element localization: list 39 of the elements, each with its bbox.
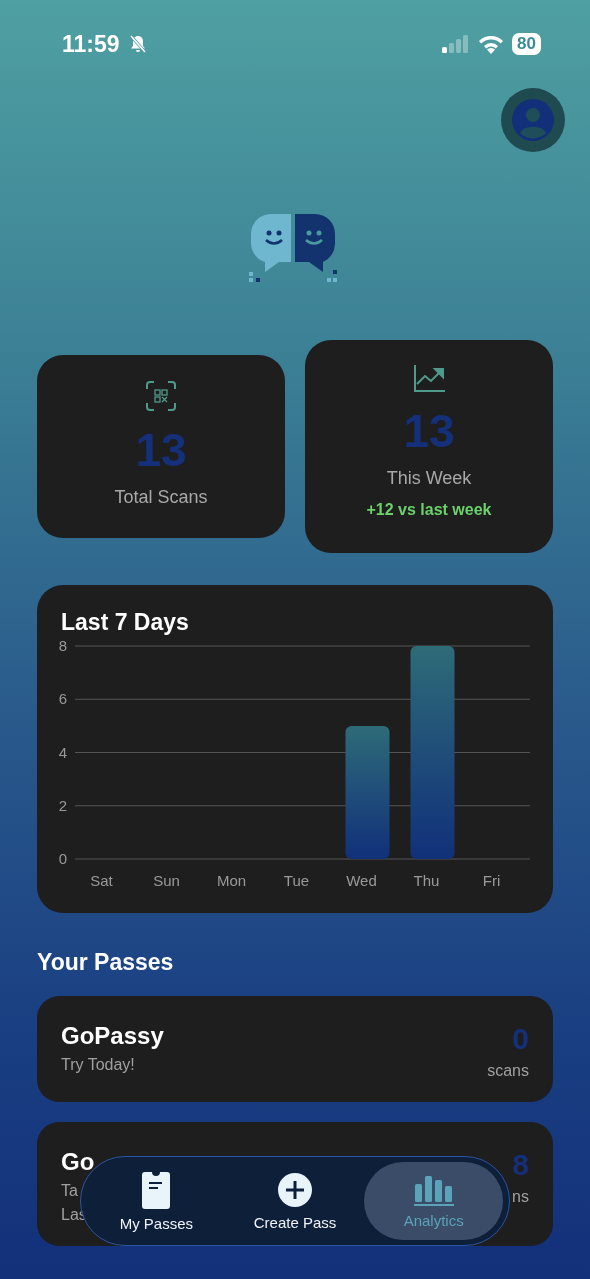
y-tick-label: 4 [58,743,67,761]
pass-subtitle: Try Today! [61,1056,136,1074]
pass-name: GoPassy [61,1022,164,1050]
trend-chart-icon [413,364,445,392]
scan-count: 8 [512,1148,529,1182]
muted-bell-icon [127,34,148,54]
y-tick-label: 0 [58,850,67,867]
pass-name: Go [61,1148,95,1176]
pass-card[interactable]: GoPassy Try Today! 0 scans [37,996,553,1102]
x-tick-label: Tue [283,872,310,889]
battery-level: 80 [512,33,541,55]
stat-value: 13 [135,423,187,477]
x-tick-label: Fri [482,872,501,889]
chart-title: Last 7 Days [61,609,190,636]
stat-value: 13 [403,404,455,458]
x-tick-label: Wed [346,872,377,889]
pass-subtitle: Ta [61,1182,79,1200]
y-tick-label: 8 [58,637,67,654]
bar-chart-icon [413,1173,454,1206]
x-tick-label: Mon [216,872,247,889]
wifi-icon [478,34,505,54]
status-time: 11:59 [62,30,120,58]
stat-change: +12 vs last week [366,501,492,519]
x-tick-label: Sat [90,872,113,889]
scan-unit: ns [512,1188,529,1206]
plus-circle-icon [277,1171,313,1208]
qr-scan-icon [146,381,176,411]
signal-icon [441,35,471,53]
scan-count: 0 [512,1022,529,1056]
x-tick-label: Thu [413,872,440,889]
document-icon [141,1170,172,1209]
section-heading: Your Passes [37,949,175,976]
stat-label: Total Scans [114,487,208,508]
tab[interactable]: Create Pass [225,1162,365,1240]
scan-unit: scans [487,1062,529,1080]
y-tick-label: 6 [58,690,67,708]
stat-label: This Week [386,468,472,489]
y-tick-label: 2 [58,796,67,814]
x-tick-label: Sun [153,872,180,889]
